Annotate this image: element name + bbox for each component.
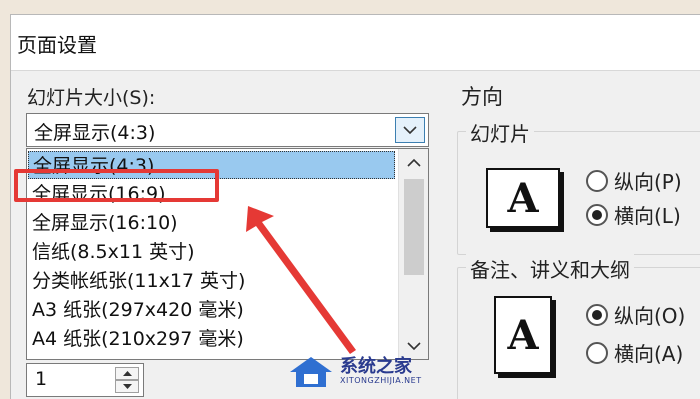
icon-letter: A xyxy=(507,174,539,222)
radio-label: 纵向(P) xyxy=(614,170,682,194)
portrait-page-icon: A xyxy=(494,296,552,374)
house-logo-icon xyxy=(290,357,332,387)
slides-orientation-group: 幻灯片 A 纵向(P) 横向(L) xyxy=(457,118,700,255)
landscape-page-icon: A xyxy=(486,168,560,228)
list-item[interactable]: A3 纸张(297x420 毫米) xyxy=(28,296,395,324)
list-item[interactable]: A4 纸张(210x297 毫米) xyxy=(28,325,395,353)
slides-portrait-radio[interactable]: 纵向(P) xyxy=(586,166,682,195)
notes-landscape-radio[interactable]: 横向(A) xyxy=(586,338,683,367)
slide-size-combobox[interactable]: 全屏显示(4:3) xyxy=(26,113,429,147)
highlight-annotation-box xyxy=(14,169,219,202)
spin-down-button[interactable] xyxy=(115,380,139,393)
dialog-title: 页面设置 xyxy=(17,33,97,57)
list-item[interactable]: 信纸(8.5x11 英寸) xyxy=(28,238,395,266)
chevron-down-icon xyxy=(403,125,417,134)
radio-label: 横向(A) xyxy=(614,342,684,366)
radio-label: 横向(L) xyxy=(614,204,681,228)
triangle-up-icon xyxy=(122,371,132,376)
list-item[interactable]: 分类帐纸张(11x17 英寸) xyxy=(28,267,395,295)
chevron-up-icon xyxy=(407,158,421,167)
notes-portrait-radio[interactable]: 纵向(O) xyxy=(586,300,685,329)
title-bar: 页面设置 xyxy=(11,15,700,71)
slide-size-label: 幻灯片大小(S): xyxy=(27,87,156,109)
list-item[interactable]: 全屏显示(16:10) xyxy=(28,209,395,237)
radio-checked-icon xyxy=(586,203,608,226)
watermark-text: 系统之家 xyxy=(340,356,412,377)
icon-letter: A xyxy=(507,311,539,359)
spinner-arrows xyxy=(115,367,139,393)
scrollbar-thumb[interactable] xyxy=(404,179,424,275)
notes-group-caption: 备注、讲义和大纲 xyxy=(466,254,634,283)
slides-landscape-radio[interactable]: 横向(L) xyxy=(586,200,681,229)
slides-group-caption: 幻灯片 xyxy=(466,118,534,147)
radio-checked-icon xyxy=(586,303,608,326)
page-setup-dialog: 页面设置 幻灯片大小(S): 全屏显示(4:3) 全屏显示(4:3) 全屏显示(… xyxy=(10,14,700,399)
site-watermark: 系统之家 XITONGZHIJIA.NET xyxy=(288,350,428,394)
radio-label: 纵向(O) xyxy=(614,304,686,328)
watermark-subtext: XITONGZHIJIA.NET xyxy=(340,376,422,385)
vertical-scrollbar[interactable] xyxy=(398,149,428,359)
orientation-heading: 方向 xyxy=(461,85,503,109)
number-spinner[interactable]: 1 xyxy=(26,363,144,397)
scroll-up-button[interactable] xyxy=(399,149,428,175)
notes-orientation-group: 备注、讲义和大纲 A 纵向(O) 横向(A) xyxy=(457,254,700,399)
radio-unchecked-icon xyxy=(586,341,608,364)
spin-up-button[interactable] xyxy=(115,367,139,380)
spinner-value: 1 xyxy=(35,368,48,390)
triangle-down-icon xyxy=(122,384,132,389)
radio-unchecked-icon xyxy=(586,169,608,192)
slide-size-selected-value: 全屏显示(4:3) xyxy=(34,122,156,144)
dropdown-button[interactable] xyxy=(395,117,425,143)
